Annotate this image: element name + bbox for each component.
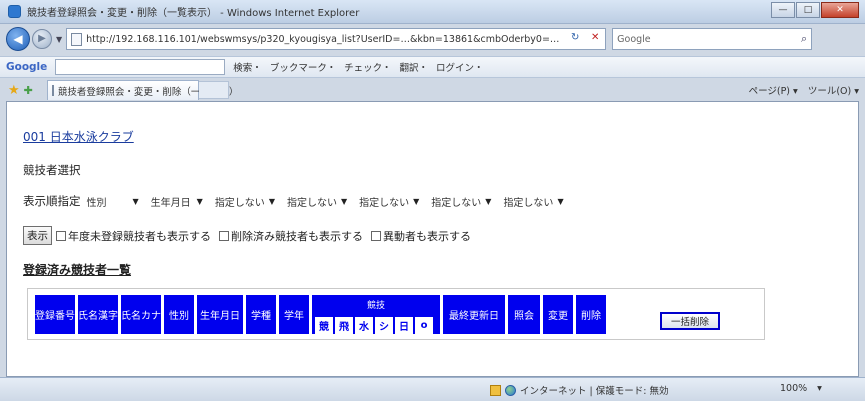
col-header-reg-no: 登録番号 [35,295,75,334]
maximize-button[interactable]: □ [796,2,820,18]
display-button[interactable]: 表示 [23,226,52,245]
back-button[interactable]: ◀ [6,27,30,51]
sort-select-3[interactable]: 指定しない ▼ [215,194,275,209]
close-button[interactable]: ✕ [821,2,859,18]
dropdown-arrow-icon: ▼ [557,196,564,206]
google-search-button[interactable]: 検索・ [233,60,262,74]
unregistered-label: 年度未登録競技者も表示する [68,229,211,243]
google-translate-button[interactable]: 翻訳・ [399,60,428,74]
event-sub-header-6: o [415,317,433,334]
col-header-name-kana: 氏名カナ [121,295,161,334]
event-sub-header-3: 水 [355,317,373,334]
col-header-grade: 学年 [279,295,309,334]
search-input[interactable]: Google ⌕ [612,28,813,50]
google-search-input[interactable] [55,59,226,75]
sort-select-2[interactable]: 生年月日 ▼ [151,194,203,209]
url-field[interactable]: http://192.168.116.101/webswmsys/p320_ky… [66,28,607,50]
dropdown-arrow-icon: ▼ [340,196,348,206]
search-placeholder: Google [617,33,651,45]
col-header-last-updated: 最終更新日 [443,295,505,334]
col-header-delete: 削除 [576,295,606,334]
dropdown-arrow-icon: ▼ [485,196,492,206]
security-zone[interactable]: インターネット | 保護モード: 無効 [490,383,668,397]
col-header-gender: 性別 [164,295,194,334]
event-sub-header-2: 飛 [335,317,353,334]
tab-page-icon [51,85,54,96]
refresh-icon[interactable]: ↻ [565,29,585,49]
window-title: 競技者登録照会・変更・削除（一覧表示） - Windows Internet E… [27,8,360,19]
google-check-button[interactable]: チェック・ [344,60,391,74]
sort-select-1[interactable]: 性別 ▼ [87,194,139,209]
event-sub-header-4: シ [375,317,393,334]
deleted-checkbox[interactable] [219,230,229,241]
col-header-birthdate: 生年月日 [197,295,243,334]
event-sub-header-1: 競 [315,317,333,334]
athlete-table: 登録番号 氏名漢字 氏名カナ 性別 生年月日 学種 学年 競技 競 飛 水 シ … [27,288,765,340]
page-menu[interactable]: ページ(P) ▾ [749,83,798,97]
address-bar: ◀ ▶ ▼ http://192.168.116.101/webswmsys/p… [0,24,865,54]
window-controls: — □ ✕ [771,2,859,18]
list-title: 登録済み競技者一覧 [23,263,132,277]
command-bar: ページ(P) ▾ ツール(O) ▾ [749,83,859,97]
col-header-name-kanji: 氏名漢字 [78,295,118,334]
dropdown-arrow-icon: ▼ [268,196,275,206]
dropdown-arrow-icon: ▼ [413,196,420,206]
tab-current[interactable]: 競技者登録照会・変更・削除（一覧表示） [46,80,238,100]
window-title-bar: 競技者登録照会・変更・削除（一覧表示） - Windows Internet E… [0,0,865,24]
tools-menu[interactable]: ツール(O) ▾ [808,83,859,97]
dropdown-arrow-icon: ▼ [196,196,203,206]
event-sub-header-5: 日 [395,317,413,334]
sort-order-row: 表示順指定 性別 ▼ 生年月日 ▼ 指定しない ▼ 指定しない ▼ 指定しない ▼ 指定し… [23,193,576,209]
transferred-label: 異動者も表示する [383,229,471,243]
status-bar: インターネット | 保護モード: 無効 100% ▾ [0,377,865,401]
favorites-star-icon[interactable]: ★ [8,83,20,98]
google-bookmark-button[interactable]: ブックマーク・ [270,60,336,74]
add-favorite-icon[interactable]: ✚ [24,84,33,97]
favorites-bar: ★ ✚ 競技者登録照会・変更・削除（一覧表示） ページ(P) ▾ ツール(O) … [0,79,865,101]
forward-button[interactable]: ▶ [32,29,52,49]
zoom-dropdown-icon[interactable]: ▾ [817,383,822,394]
ie-icon [8,5,21,18]
col-header-view: 照会 [508,295,540,334]
sort-order-label: 表示順指定 [23,194,81,208]
internet-globe-icon [505,384,516,396]
minimize-button[interactable]: — [771,2,795,18]
bulk-delete-button[interactable]: 一括削除 [660,312,720,330]
page-icon [71,32,83,46]
protected-mode-icon [490,384,501,396]
google-login-button[interactable]: ログイン・ [436,60,484,74]
dropdown-arrow-icon: ▼ [132,196,139,206]
col-header-edit: 変更 [543,295,573,334]
url-text: http://192.168.116.101/webswmsys/p320_ky… [86,33,560,45]
sort-select-5[interactable]: 指定しない ▼ [359,194,419,209]
zoom-control[interactable]: 100% ▾ [780,383,822,394]
deleted-label: 削除済み競技者も表示する [231,229,363,243]
col-header-event: 競技 [312,295,440,314]
zone-text: インターネット | 保護モード: 無効 [520,386,669,397]
sort-select-6[interactable]: 指定しない ▼ [431,194,491,209]
unregistered-checkbox[interactable] [56,230,66,241]
club-link[interactable]: 001 日本水泳クラブ [23,128,134,145]
section-label: 競技者選択 [23,163,81,177]
google-toolbar: Google 検索・ ブックマーク・ チェック・ 翻訳・ ログイン・ [0,56,865,78]
col-header-school-type: 学種 [246,295,276,334]
sort-select-4[interactable]: 指定しない ▼ [287,194,347,209]
new-tab-button[interactable] [198,81,229,99]
zoom-level: 100% [780,383,808,394]
transferred-checkbox[interactable] [371,230,381,241]
search-icon[interactable]: ⌕ [801,32,811,46]
options-row: 表示 年度未登録競技者も表示する 削除済み競技者も表示する 異動者も表示する [23,226,479,245]
page-content: 001 日本水泳クラブ 競技者選択 表示順指定 性別 ▼ 生年月日 ▼ 指定しない ▼… [6,101,859,377]
stop-icon[interactable]: ✕ [585,29,605,49]
sort-select-7[interactable]: 指定しない ▼ [503,194,563,209]
history-dropdown-icon[interactable]: ▼ [56,35,62,44]
google-logo: Google [6,61,48,73]
